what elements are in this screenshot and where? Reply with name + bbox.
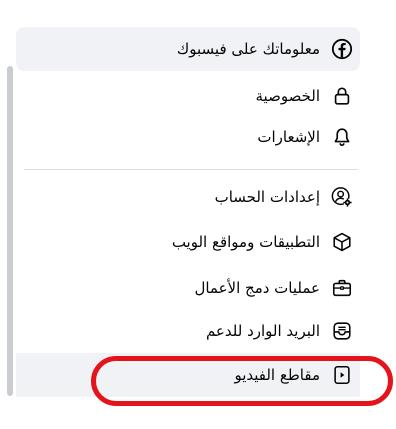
menu-item-label: التطبيقات ومواقع الويب	[171, 233, 320, 251]
menu-item-account-settings[interactable]: إعدادات الحساب	[16, 175, 360, 219]
scrollbar[interactable]	[7, 66, 13, 396]
inbox-icon	[330, 319, 354, 343]
bell-icon	[330, 125, 354, 149]
menu-item-label: إعدادات الحساب	[214, 188, 320, 206]
cube-icon	[330, 230, 354, 254]
menu-item-label: معلوماتك على فيسبوك	[176, 40, 320, 58]
video-icon	[330, 363, 354, 387]
menu-item-support-inbox[interactable]: البريد الوارد للدعم	[16, 309, 360, 353]
menu-item-videos[interactable]: مقاطع الفيديو	[16, 353, 360, 397]
menu-item-privacy[interactable]: الخصوصية	[16, 74, 360, 118]
user-gear-icon	[330, 185, 354, 209]
menu-item-facebook-info[interactable]: معلوماتك على فيسبوك	[16, 27, 360, 71]
menu-item-business-integrations[interactable]: عمليات دمج الأعمال	[16, 266, 360, 310]
menu-item-label: مقاطع الفيديو	[234, 366, 320, 384]
menu-item-label: البريد الوارد للدعم	[205, 322, 320, 340]
menu-item-label: الإشعارات	[257, 128, 320, 146]
settings-menu-panel: معلوماتك على فيسبوك الخصوصية الإشعارات إ…	[0, 0, 396, 429]
divider	[24, 169, 358, 170]
menu-item-notifications[interactable]: الإشعارات	[16, 115, 360, 159]
menu-item-apps-websites[interactable]: التطبيقات ومواقع الويب	[16, 220, 360, 264]
menu-item-label: الخصوصية	[255, 87, 320, 105]
lock-icon	[330, 84, 354, 108]
facebook-icon	[330, 37, 354, 61]
menu-item-label: عمليات دمج الأعمال	[194, 279, 320, 297]
briefcase-icon	[330, 276, 354, 300]
